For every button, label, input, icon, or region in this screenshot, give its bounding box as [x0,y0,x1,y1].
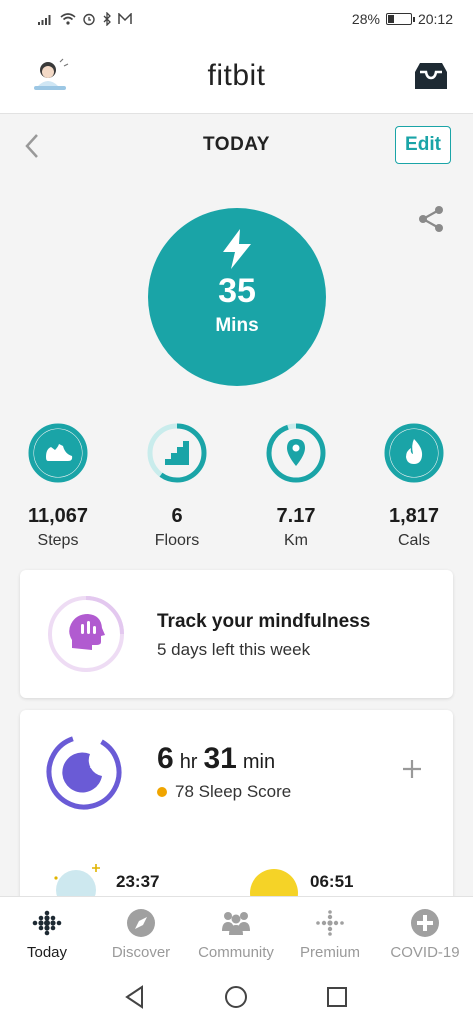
tab-discover[interactable]: Discover [94,907,188,961]
battery-percent: 28% [351,11,380,27]
tab-community-label: Community [198,944,274,961]
calories-value: 1,817 [388,505,440,527]
tab-premium-label: Premium [299,944,360,961]
sleep-hours: 6 [157,742,174,775]
recents-square-icon[interactable] [324,984,350,1010]
inbox-icon[interactable] [411,60,451,92]
share-icon[interactable] [417,205,445,233]
active-minutes-unit: Mins [215,315,259,336]
bed-time: 23:37 [116,872,160,891]
chevron-left-icon[interactable] [22,132,42,160]
steps-ring [28,423,88,483]
mindfulness-card[interactable]: Track your mindfulness 5 days left this … [20,570,453,698]
system-navigation [0,968,473,1024]
tab-community[interactable]: Community [189,907,283,961]
wifi-icon [60,13,76,25]
calories-ring [384,423,444,483]
status-bar: 28% 20:12 [0,0,473,38]
lightning-icon [223,229,251,269]
day-navigation: TODAY Edit [0,114,473,176]
floors-value: 6 [171,505,183,527]
app-header: fitbit [0,38,473,114]
fitbit-logo: fitbit [207,58,266,92]
signal-icon [38,15,51,25]
bottom-navigation: Today Discover Community Premium COVID-1… [0,896,473,968]
sleep-minutes-unit: min [242,751,276,773]
battery-icon [385,13,415,25]
mail-icon [118,13,132,24]
floors-ring [147,423,207,483]
stairs-icon [165,441,189,465]
mindfulness-subtitle: 5 days left this week [157,640,311,659]
mindfulness-title: Track your mindfulness [157,611,371,632]
page-title: TODAY [203,134,270,155]
active-minutes-value: 35 [218,272,256,310]
status-right: 28% 20:12 [352,11,453,27]
sleep-moon-icon [46,734,122,810]
avatar[interactable] [30,56,74,96]
people-icon [222,912,250,935]
location-pin-icon [287,439,305,466]
stat-floors[interactable]: 6 Floors [127,423,227,550]
steps-label: Steps [37,532,79,549]
edit-button[interactable]: Edit [395,126,451,164]
tab-covid-label: COVID-19 [390,944,460,961]
sleep-card[interactable]: 6 hr 31 min 78 Sleep Score 23:37 06:51 [20,710,453,910]
compass-icon [127,909,155,937]
dots-grid-icon [32,910,62,936]
plus-circle-icon [411,909,439,937]
active-minutes-circle[interactable]: 35 Mins [148,208,326,386]
score-dot [157,787,167,797]
tab-covid[interactable]: COVID-19 [378,907,472,961]
alarm-icon [83,13,95,26]
premium-dots-icon [316,910,344,936]
sleep-minutes: 31 [203,742,237,775]
sleep-duration: 6 hr 31 min [157,742,275,776]
tab-today-label: Today [26,944,68,961]
stat-calories[interactable]: 1,817 Cals [364,423,464,550]
sleep-score: 78 Sleep Score [157,782,291,802]
sleep-score-text: 78 Sleep Score [175,782,292,801]
stat-steps[interactable]: 11,067 Steps [8,423,108,550]
wake-time: 06:51 [310,872,354,891]
distance-ring [266,423,326,483]
stat-distance[interactable]: 7.17 Km [246,423,346,550]
home-circle-icon[interactable] [223,984,249,1010]
tab-today[interactable]: Today [0,907,94,961]
mind-head-icon [48,596,124,672]
battery-level [387,15,394,23]
clock: 20:12 [417,11,453,27]
tab-discover-label: Discover [111,944,171,961]
floors-label: Floors [154,532,200,549]
steps-value: 11,067 [27,505,89,527]
status-icons [38,12,132,26]
sleep-hours-unit: hr [179,751,198,773]
calories-label: Cals [397,532,430,549]
distance-value: 7.17 [276,505,316,527]
bluetooth-icon [103,12,111,26]
distance-label: Km [284,532,308,549]
stats-row: 11,067 Steps 6 Floors 7.17 Km 1,817 Cals [0,423,473,553]
back-triangle-icon[interactable] [122,984,148,1010]
tab-premium[interactable]: Premium [283,907,377,961]
plus-icon[interactable] [401,758,423,780]
